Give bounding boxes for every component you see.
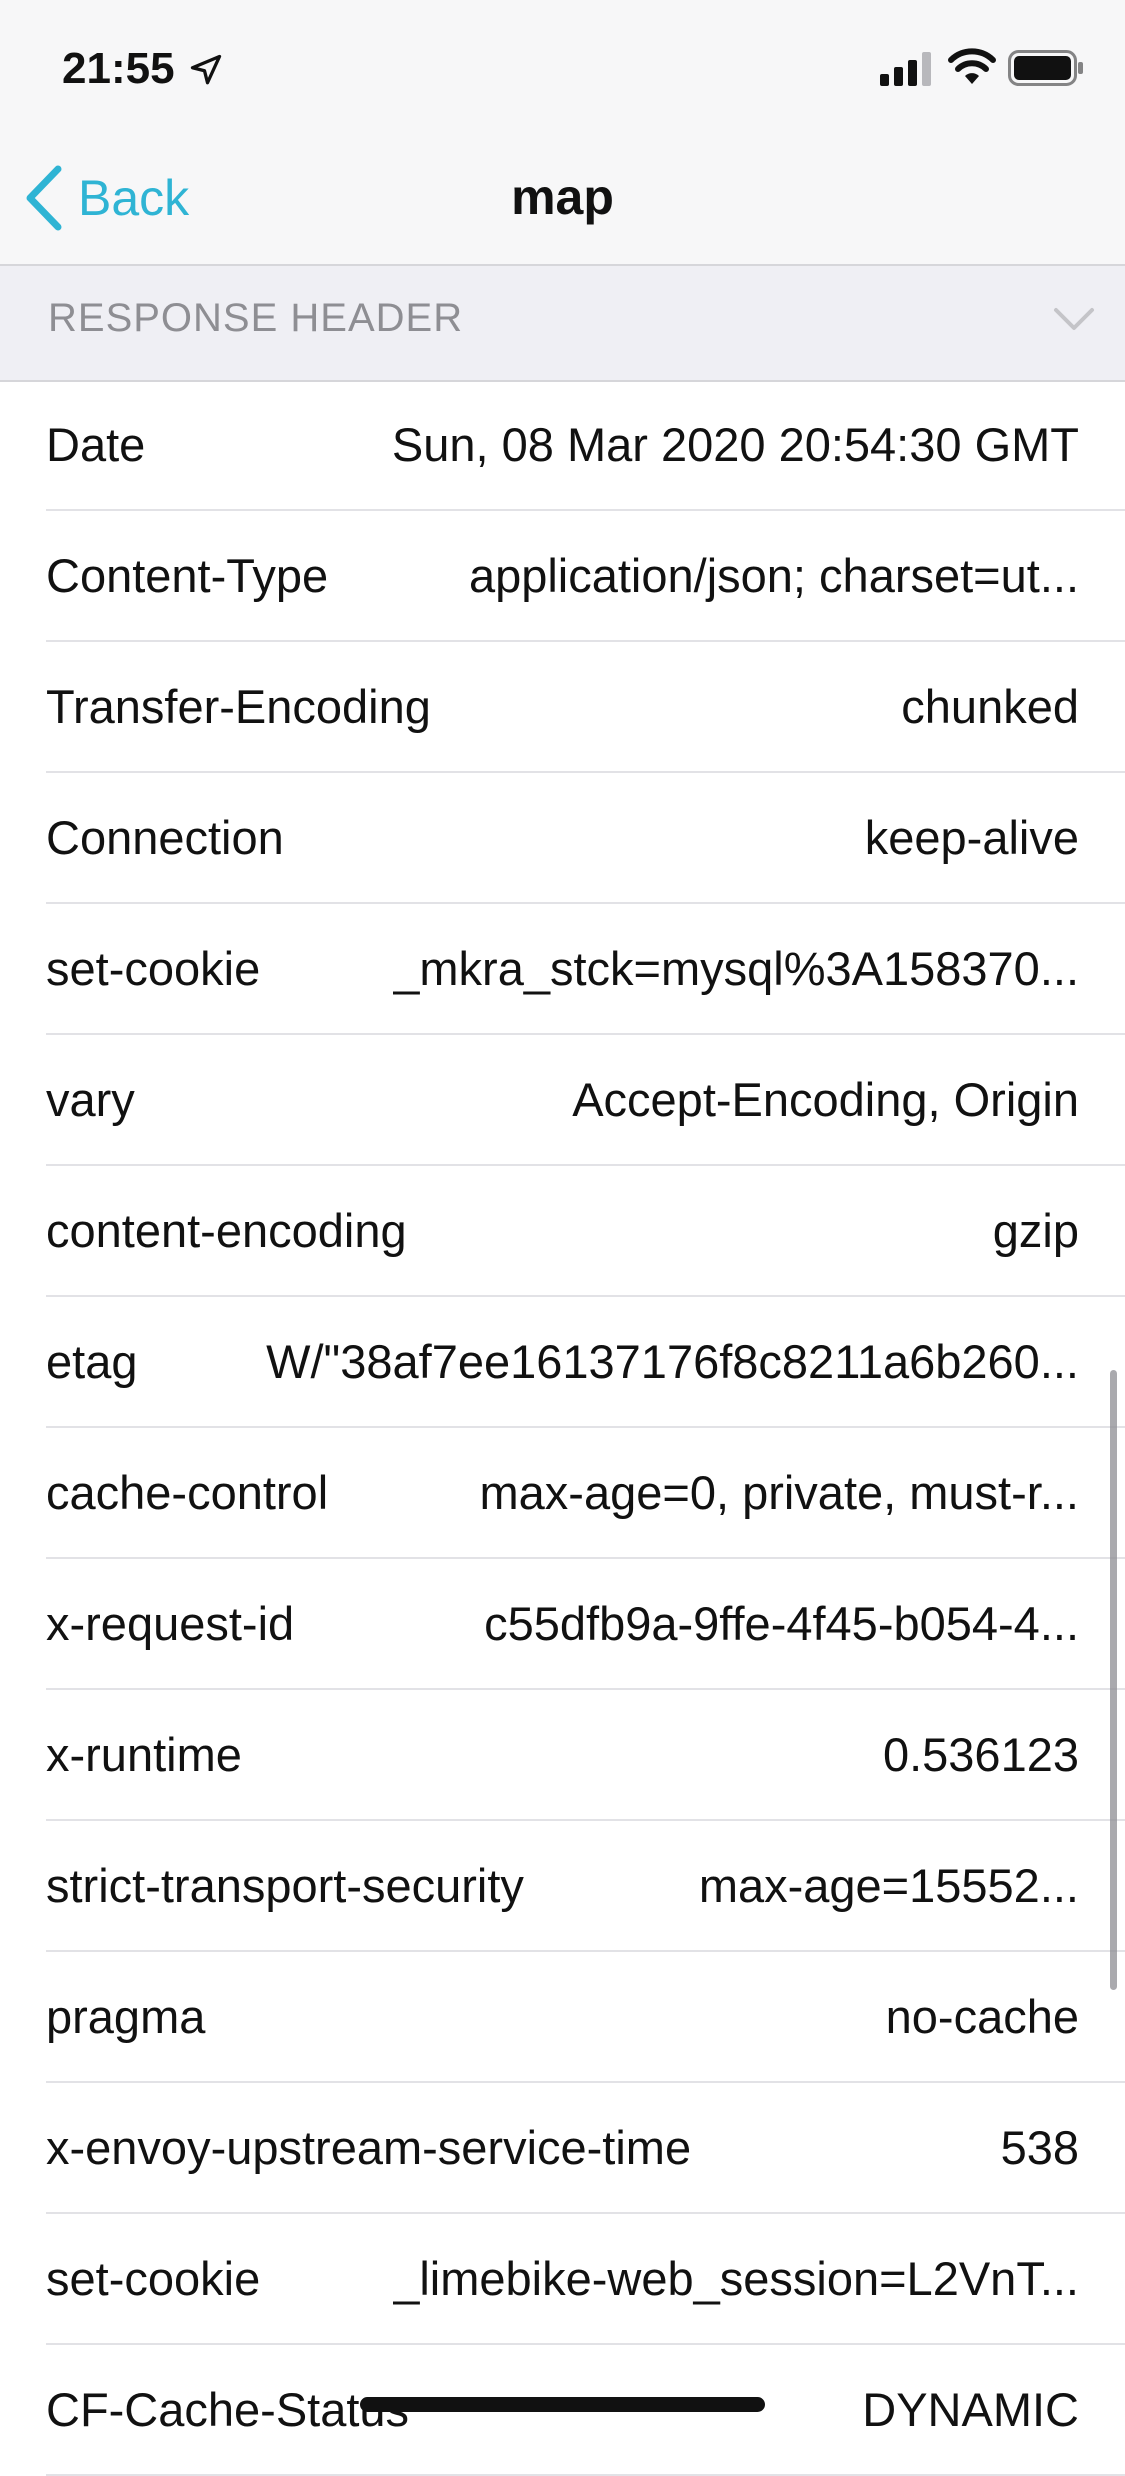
status-bar: 21:55	[0, 0, 1125, 132]
header-key: x-envoy-upstream-service-time	[46, 2121, 692, 2174]
header-row[interactable]: set-cookie _mkra_stck=mysql%3A158370...	[46, 904, 1125, 1035]
header-value: DYNAMIC	[862, 2383, 1079, 2436]
header-value: application/json; charset=ut...	[468, 549, 1079, 602]
header-value: keep-alive	[864, 811, 1079, 864]
header-row[interactable]: Connection keep-alive	[46, 773, 1125, 904]
header-key: set-cookie	[46, 2252, 261, 2305]
header-row[interactable]: pragma no-cache	[46, 1952, 1125, 2083]
header-row[interactable]: vary Accept-Encoding, Origin	[46, 1035, 1125, 1166]
header-row[interactable]: strict-transport-security max-age=15552.…	[46, 1821, 1125, 1952]
header-key: x-runtime	[46, 1728, 242, 1781]
navigation-bar: Back map	[0, 132, 1125, 266]
header-row[interactable]: content-encoding gzip	[46, 1166, 1125, 1297]
header-value: gzip	[992, 1204, 1079, 1257]
status-time: 21:55	[62, 44, 175, 93]
header-value: W/"38af7ee16137176f8c8211a6b260...	[266, 1335, 1079, 1388]
header-row[interactable]: x-runtime 0.536123	[46, 1690, 1125, 1821]
wifi-icon	[948, 48, 996, 84]
header-row[interactable]: Transfer-Encoding chunked	[46, 642, 1125, 773]
header-row[interactable]: cache-control max-age=0, private, must-r…	[46, 1428, 1125, 1559]
header-value: Accept-Encoding, Origin	[572, 1073, 1079, 1126]
header-value: 0.536123	[882, 1728, 1079, 1781]
scroll-indicator[interactable]	[1110, 1370, 1117, 1990]
page-title: map	[511, 169, 614, 225]
header-key: strict-transport-security	[46, 1859, 524, 1912]
header-row[interactable]: x-request-id c55dfb9a-9ffe-4f45-b054-4..…	[46, 1559, 1125, 1690]
header-key: pragma	[46, 1990, 206, 2043]
header-key: x-request-id	[46, 1597, 295, 1650]
section-title: RESPONSE HEADER	[48, 296, 464, 340]
header-value: Sun, 08 Mar 2020 20:54:30 GMT	[391, 418, 1079, 471]
header-value: _limebike-web_session=L2VnT...	[393, 2252, 1079, 2305]
header-key: Connection	[46, 811, 284, 864]
header-value: 538	[1000, 2121, 1079, 2174]
header-value: no-cache	[885, 1990, 1079, 2043]
header-list: Date Sun, 08 Mar 2020 20:54:30 GMT Conte…	[0, 380, 1125, 2476]
header-key: etag	[46, 1335, 138, 1388]
header-key: content-encoding	[46, 1204, 407, 1257]
header-value: c55dfb9a-9ffe-4f45-b054-4...	[484, 1597, 1079, 1650]
header-key: cache-control	[46, 1466, 329, 1519]
header-key: set-cookie	[46, 942, 261, 995]
header-value: _mkra_stck=mysql%3A158370...	[393, 942, 1079, 995]
header-key: Content-Type	[46, 549, 329, 602]
header-row[interactable]: x-envoy-upstream-service-time 538	[46, 2083, 1125, 2214]
header-row[interactable]: Date Sun, 08 Mar 2020 20:54:30 GMT	[46, 380, 1125, 511]
chevron-down-icon	[1054, 308, 1094, 330]
header-value: chunked	[901, 680, 1079, 733]
header-key: Date	[46, 418, 146, 471]
header-row[interactable]: set-cookie _limebike-web_session=L2VnT..…	[46, 2214, 1125, 2345]
header-key: vary	[46, 1073, 135, 1126]
location-arrow-icon	[190, 54, 222, 85]
cellular-signal-icon	[880, 52, 931, 86]
header-value: max-age=0, private, must-r...	[479, 1466, 1079, 1519]
header-key: Transfer-Encoding	[46, 680, 431, 733]
header-row[interactable]: Content-Type application/json; charset=u…	[46, 511, 1125, 642]
home-indicator[interactable]	[360, 2397, 765, 2412]
header-value: max-age=15552...	[698, 1859, 1079, 1912]
header-row[interactable]: etag W/"38af7ee16137176f8c8211a6b260...	[46, 1297, 1125, 1428]
battery-icon	[1008, 50, 1083, 86]
response-header-section[interactable]: RESPONSE HEADER	[0, 266, 1125, 382]
